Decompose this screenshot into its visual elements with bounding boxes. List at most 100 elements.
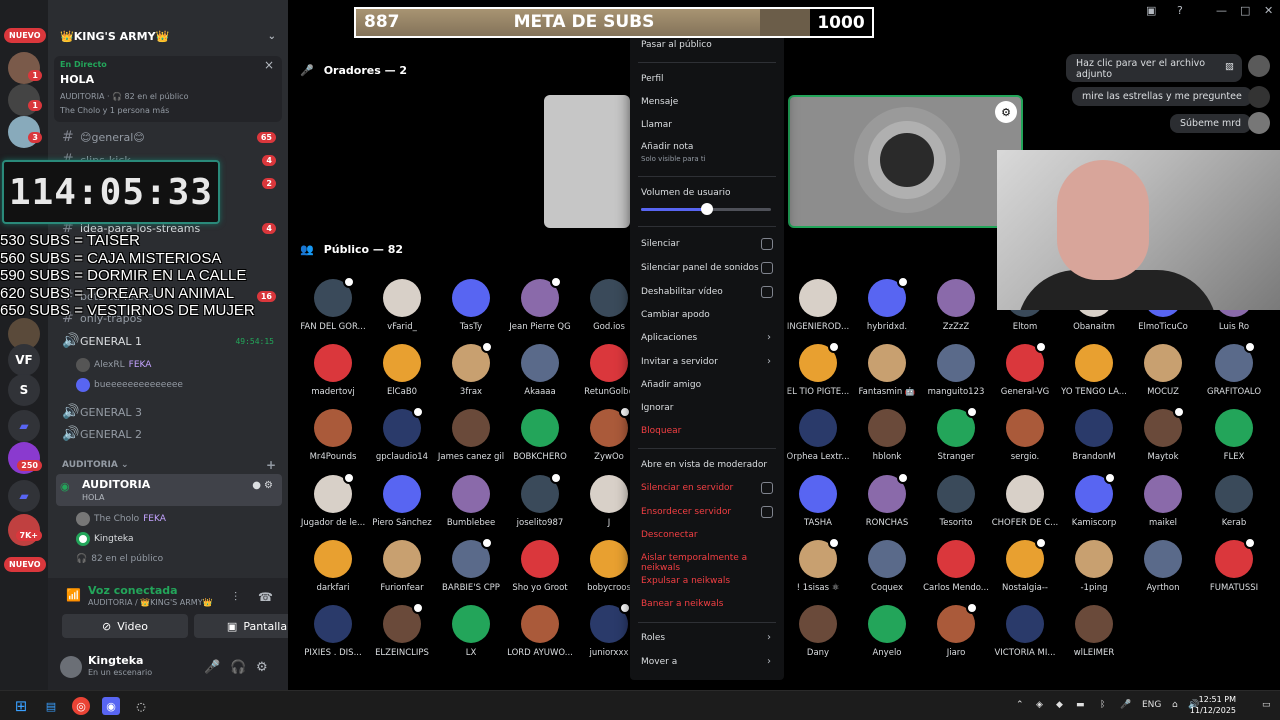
microphone-icon[interactable]: 🎤 xyxy=(204,660,220,675)
stage-channel-auditoria[interactable]: ◉ AUDITORIA HOLA ●⚙ xyxy=(56,474,282,506)
audience-member[interactable]: wlLEIMER xyxy=(1054,605,1134,658)
checkbox[interactable] xyxy=(761,482,773,494)
disconnect-icon[interactable]: ☎ xyxy=(258,590,273,604)
nvidia-icon[interactable]: ▬ xyxy=(1076,700,1085,710)
discord-icon[interactable]: ◉ xyxy=(102,697,120,715)
menu-add-friend[interactable]: Añadir amigo xyxy=(641,380,773,390)
audience-member[interactable]: gpclaudio14 xyxy=(362,406,442,462)
audience-member[interactable]: Kerab xyxy=(1194,475,1274,528)
voice-status[interactable]: Voz conectada xyxy=(88,584,178,597)
server-icon-vf[interactable]: VF xyxy=(8,344,40,376)
voice-channel-general3[interactable]: 🔊 GENERAL 3 xyxy=(56,402,282,422)
audience-member[interactable]: ! 1sisas ⚛ xyxy=(778,537,858,593)
audience-member[interactable]: BrandonM xyxy=(1054,409,1134,462)
audience-member[interactable]: TASHA xyxy=(778,475,858,528)
audience-member[interactable]: hybridxd. xyxy=(847,276,927,332)
notifications-icon[interactable]: ▭ xyxy=(1262,700,1271,710)
voice-user[interactable]: bueeeeeeeeeeeeee xyxy=(76,378,276,392)
audience-member[interactable]: Bumblebee xyxy=(431,475,511,528)
stage-user[interactable]: Kingteka xyxy=(76,532,276,546)
menu-ban[interactable]: Banear a neikwals xyxy=(641,599,773,609)
audience-member[interactable]: EL TIO PIGTE... xyxy=(778,341,858,397)
user-name[interactable]: Kingteka xyxy=(88,654,143,667)
checkbox[interactable] xyxy=(761,506,773,518)
stage-user[interactable]: The Cholo FEKA xyxy=(76,512,276,526)
voice-channel-general2[interactable]: 🔊 GENERAL 2 xyxy=(56,424,282,444)
audience-member[interactable]: TasTy xyxy=(431,279,511,332)
speaker-card-active[interactable]: ⚙ xyxy=(788,95,1023,228)
windows-start-icon[interactable]: ⊞ xyxy=(12,697,30,715)
audience-member[interactable]: ZzZzZ xyxy=(916,279,996,332)
audience-member[interactable]: Kamiscorp xyxy=(1054,472,1134,528)
menu-invite[interactable]: Invitar a servidor › xyxy=(641,356,773,367)
voice-user[interactable]: AlexRL FEKA xyxy=(76,358,276,372)
audience-member[interactable]: General-VG xyxy=(985,341,1065,397)
audience-member[interactable]: LORD AYUWO... xyxy=(500,605,580,658)
audience-member[interactable]: BOBKCHERO xyxy=(500,409,580,462)
menu-disconnect[interactable]: Desconectar xyxy=(641,530,773,540)
audience-member[interactable]: Nostalgia-- xyxy=(985,537,1065,593)
chevron-down-icon[interactable]: ⌄ xyxy=(268,31,276,42)
chat-message[interactable]: Súbeme mrd xyxy=(1170,114,1252,133)
audience-member[interactable]: RONCHAS xyxy=(847,472,927,528)
chat-message[interactable]: mire las estrellas y me preguntee xyxy=(1072,87,1252,106)
audience-member[interactable]: vFarid_ xyxy=(362,279,442,332)
bluetooth-icon[interactable]: ᛒ xyxy=(1100,700,1105,710)
audience-member[interactable]: Tesorito xyxy=(916,475,996,528)
server-icon-s[interactable]: S xyxy=(8,374,40,406)
checkbox[interactable] xyxy=(761,286,773,298)
channel-actions-icon[interactable]: ●⚙ xyxy=(252,480,276,491)
gear-icon[interactable]: ⚙ xyxy=(256,660,268,675)
chrome-icon[interactable]: ◎ xyxy=(72,697,90,715)
audience-member[interactable]: sergio. xyxy=(985,409,1065,462)
checkbox[interactable] xyxy=(761,238,773,250)
audience-member[interactable]: FUMATUSSI xyxy=(1194,537,1274,593)
minimize-icon[interactable]: — xyxy=(1216,4,1227,17)
audience-member[interactable]: Dany xyxy=(778,605,858,658)
file-explorer-icon[interactable]: ▤ xyxy=(42,697,60,715)
headphones-icon[interactable]: 🎧 xyxy=(230,660,246,675)
audience-member[interactable]: Jiaro xyxy=(916,602,996,658)
audience-member[interactable]: hblonk xyxy=(847,409,927,462)
audience-member[interactable]: Akaaaa xyxy=(500,344,580,397)
audience-member[interactable]: darkfari xyxy=(293,540,373,593)
audience-member[interactable]: Sho yo Groot xyxy=(500,540,580,593)
menu-server-deafen[interactable]: Ensordecer servidor xyxy=(641,506,773,518)
menu-block[interactable]: Bloquear xyxy=(641,426,773,436)
audience-member[interactable]: maikel xyxy=(1123,475,1203,528)
audience-member[interactable]: Orphea Lextr... xyxy=(778,409,858,462)
menu-mute-soundboard[interactable]: Silenciar panel de sonidos xyxy=(641,262,773,274)
audience-member[interactable]: 3frax xyxy=(431,341,511,397)
tray-app-icon[interactable]: ◈ xyxy=(1036,700,1043,710)
close-icon[interactable]: × xyxy=(264,58,274,72)
menu-server-mute[interactable]: Silenciar en servidor xyxy=(641,482,773,494)
audience-member[interactable]: Ayrthon xyxy=(1123,540,1203,593)
category-auditoria[interactable]: AUDITORIA ⌄ xyxy=(62,460,129,470)
soundboard-icon[interactable]: ⫶ xyxy=(234,590,237,605)
folder-icon[interactable]: ▰ xyxy=(8,410,40,442)
live-stage-card[interactable]: En Directo HOLA AUDITORIA · 🎧 82 en el p… xyxy=(54,56,282,122)
plus-icon[interactable]: + xyxy=(266,458,276,472)
checkbox[interactable] xyxy=(761,262,773,274)
chevron-up-icon[interactable]: ⌃ xyxy=(1016,700,1024,710)
audience-member[interactable]: manguito123 xyxy=(916,344,996,397)
audience-member[interactable]: LX xyxy=(431,605,511,658)
audience-count[interactable]: 🎧 82 en el público xyxy=(76,554,276,564)
menu-mod-view[interactable]: Abre en vista de moderador xyxy=(641,460,773,470)
audience-member[interactable]: FLEX xyxy=(1194,409,1274,462)
audience-member[interactable]: MOCUZ xyxy=(1123,344,1203,397)
audience-member[interactable]: Jean Pierre QG xyxy=(500,276,580,332)
audience-member[interactable]: PIXIES . DIS... xyxy=(293,605,373,658)
speaker-card[interactable] xyxy=(544,95,630,228)
server-header[interactable]: 👑KING'S ARMY👑 ⌄ xyxy=(48,24,288,52)
language-indicator[interactable]: ENG xyxy=(1142,700,1161,710)
folder-icon[interactable]: ▰ xyxy=(8,480,40,512)
menu-call[interactable]: Llamar xyxy=(641,120,773,130)
audience-member[interactable]: Mr4Pounds xyxy=(293,409,373,462)
volume-slider[interactable] xyxy=(641,203,771,215)
audience-member[interactable]: Anyelo xyxy=(847,605,927,658)
audience-member[interactable]: Carlos Mendo... xyxy=(916,540,996,593)
audience-member[interactable]: Stranger xyxy=(916,406,996,462)
menu-mute[interactable]: Silenciar xyxy=(641,238,773,250)
audience-member[interactable]: Jugador de le... xyxy=(293,472,373,528)
